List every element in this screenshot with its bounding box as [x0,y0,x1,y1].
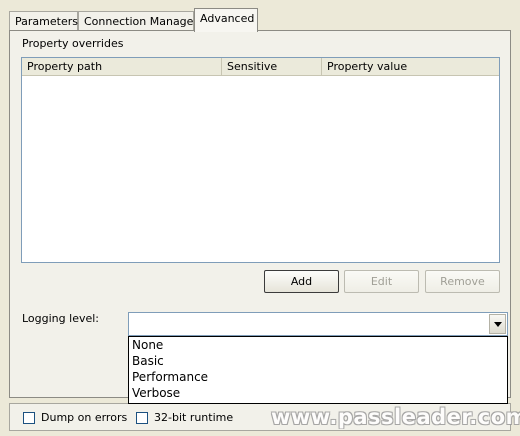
column-header-property-value[interactable]: Property value [322,58,499,75]
property-overrides-label: Property overrides [22,37,124,50]
tab-advanced[interactable]: Advanced [194,8,258,32]
tab-connection-managers[interactable]: Connection Managers [78,11,204,30]
edit-button[interactable]: Edit [344,270,419,293]
column-header-property-path[interactable]: Property path [22,58,222,75]
watermark: www.passleader.com [271,405,520,429]
dialog-window: Parameters Connection Managers Advanced … [0,0,520,436]
chevron-down-icon [494,322,502,327]
logging-level-dropdown: None Basic Performance Verbose [128,336,508,404]
remove-button[interactable]: Remove [425,270,500,293]
dropdown-button[interactable] [489,314,506,334]
option-basic[interactable]: Basic [129,353,507,369]
dump-on-errors-label: Dump on errors [41,411,128,424]
runtime-32bit-checkbox[interactable] [136,412,148,424]
option-none[interactable]: None [129,337,507,353]
list-header: Property path Sensitive Property value [22,58,499,76]
add-button[interactable]: Add [264,270,339,293]
tab-parameters[interactable]: Parameters [9,11,78,30]
dump-on-errors-checkbox[interactable] [23,412,35,424]
logging-level-combobox[interactable] [128,312,508,336]
option-performance[interactable]: Performance [129,369,507,385]
runtime-32bit-label: 32-bit runtime [154,411,234,424]
property-overrides-list[interactable]: Property path Sensitive Property value [21,57,500,263]
logging-level-label: Logging level: [22,312,99,325]
option-verbose[interactable]: Verbose [129,385,507,401]
column-header-sensitive[interactable]: Sensitive [222,58,322,75]
